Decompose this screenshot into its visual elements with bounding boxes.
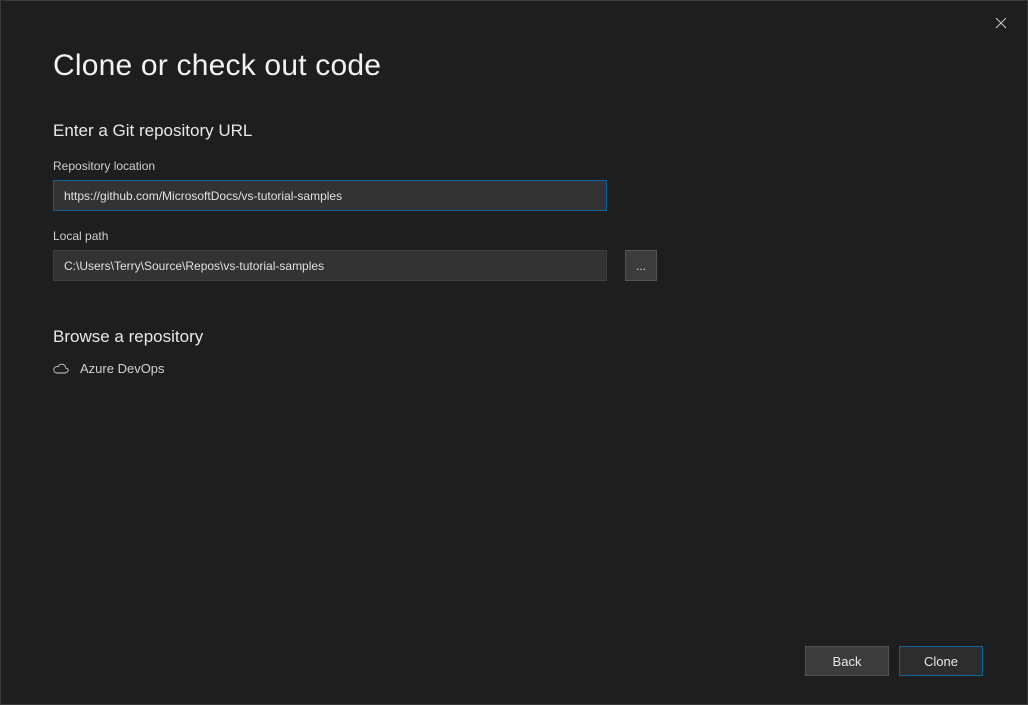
cloud-icon (53, 362, 69, 376)
close-button[interactable] (989, 11, 1013, 35)
browse-path-button[interactable]: ... (625, 250, 657, 281)
repo-location-label: Repository location (53, 159, 975, 173)
enter-url-heading: Enter a Git repository URL (53, 121, 975, 141)
local-path-label: Local path (53, 229, 975, 243)
page-title: Clone or check out code (53, 49, 975, 83)
browse-repository-section: Browse a repository Azure DevOps (53, 327, 975, 380)
local-path-input[interactable] (53, 250, 607, 281)
azure-devops-label: Azure DevOps (80, 361, 165, 376)
dialog-footer: Back Clone (805, 646, 983, 676)
repo-location-field: Repository location (53, 159, 975, 211)
repo-location-input[interactable] (53, 180, 607, 211)
local-path-field: Local path ... (53, 229, 975, 281)
browse-repository-heading: Browse a repository (53, 327, 975, 347)
clone-button[interactable]: Clone (899, 646, 983, 676)
azure-devops-provider[interactable]: Azure DevOps (53, 357, 975, 380)
close-icon (995, 17, 1007, 29)
back-button[interactable]: Back (805, 646, 889, 676)
